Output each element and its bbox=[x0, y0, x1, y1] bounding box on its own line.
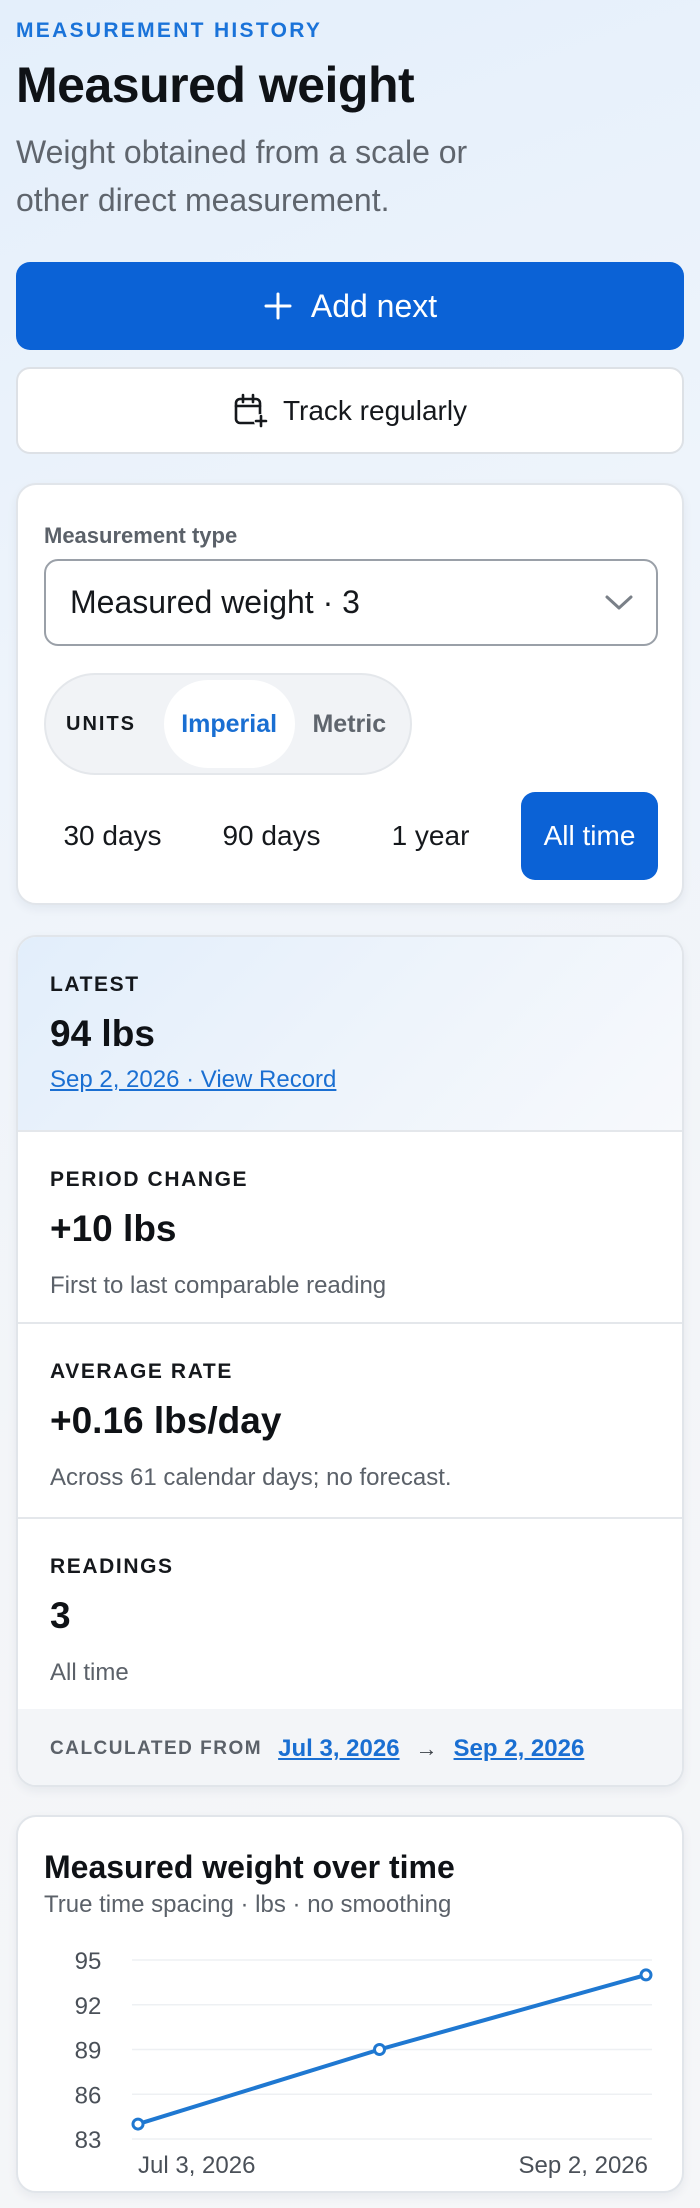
add-next-label: Add next bbox=[310, 287, 438, 324]
y-tick-label: 86 bbox=[75, 2082, 102, 2109]
x-tick-label: Sep 2, 2026 bbox=[519, 2152, 648, 2179]
measurement-type-value: Measured weight · 3 bbox=[70, 584, 360, 620]
view-record-link[interactable]: Sep 2, 2026 · View Record bbox=[50, 1066, 336, 1094]
y-tick-label: 89 bbox=[75, 2038, 102, 2065]
weight-line-chart: 95 92 89 86 83 Jul 3, 2026 Sep 2, 2026 bbox=[75, 1948, 653, 2179]
stat-readings-value: 3 bbox=[50, 1595, 71, 1636]
units-toggle: UNITS Imperial Metric bbox=[44, 673, 412, 775]
stat-latest-label: LATEST bbox=[50, 973, 140, 996]
stats-card: LATEST 94 lbs Sep 2, 2026 · View Record … bbox=[16, 935, 684, 1787]
stat-readings: READINGS 3 All time bbox=[18, 1519, 682, 1709]
y-tick-label: 92 bbox=[75, 1993, 102, 2020]
stat-latest-value: 94 lbs bbox=[50, 1013, 155, 1054]
chart-card: Measured weight over time True time spac… bbox=[16, 1815, 684, 2193]
stat-period-change-label: PERIOD CHANGE bbox=[50, 1168, 249, 1191]
track-regularly-button[interactable]: Track regularly bbox=[16, 367, 684, 454]
stat-period-change-sub: First to last comparable reading bbox=[50, 1272, 387, 1299]
range-30-days[interactable]: 30 days bbox=[44, 792, 181, 880]
chevron-down-icon bbox=[605, 595, 633, 609]
plus-icon bbox=[264, 292, 292, 320]
stat-average-rate-sub: Across 61 calendar days; no forecast. bbox=[50, 1464, 452, 1491]
stat-average-rate-label: AVERAGE RATE bbox=[50, 1360, 233, 1383]
track-regularly-label: Track regularly bbox=[282, 394, 468, 426]
x-tick-label: Jul 3, 2026 bbox=[138, 2152, 255, 2179]
stat-latest: LATEST 94 lbs Sep 2, 2026 · View Record bbox=[18, 937, 682, 1130]
add-next-button[interactable]: Add next bbox=[16, 262, 684, 350]
data-point bbox=[131, 2117, 145, 2131]
y-tick-label: 95 bbox=[75, 1948, 102, 1975]
arrow-right-icon: → bbox=[415, 1736, 438, 1761]
stat-readings-label: READINGS bbox=[50, 1555, 174, 1578]
stat-average-rate-value: +0.16 lbs/day bbox=[50, 1400, 282, 1441]
time-range-selector: 30 days 90 days 1 year All time bbox=[44, 792, 658, 880]
range-90-days[interactable]: 90 days bbox=[203, 792, 340, 880]
stat-period-change: PERIOD CHANGE +10 lbs First to last comp… bbox=[18, 1132, 682, 1322]
controls-card: Measurement type Measured weight · 3 UNI… bbox=[16, 483, 684, 905]
range-all-time[interactable]: All time bbox=[521, 792, 658, 880]
page-title: Measured weight bbox=[16, 57, 415, 113]
stat-period-change-value: +10 lbs bbox=[50, 1208, 177, 1249]
y-tick-label: 83 bbox=[75, 2127, 102, 2154]
stat-readings-sub: All time bbox=[50, 1659, 129, 1686]
page-subtitle: Weight obtained from a scale or other di… bbox=[16, 134, 468, 218]
range-1-year[interactable]: 1 year bbox=[362, 792, 499, 880]
stat-average-rate: AVERAGE RATE +0.16 lbs/day Across 61 cal… bbox=[18, 1324, 682, 1517]
page-eyebrow: MEASUREMENT HISTORY bbox=[16, 19, 323, 42]
measurement-type-select[interactable]: Measured weight · 3 bbox=[44, 559, 658, 646]
measurement-type-label: Measurement type bbox=[44, 523, 238, 548]
calculated-from-end-link[interactable]: Sep 2, 2026 bbox=[454, 1735, 585, 1763]
units-option-imperial[interactable]: Imperial bbox=[163, 680, 295, 768]
calculated-from-start-link[interactable]: Jul 3, 2026 bbox=[278, 1735, 399, 1763]
calculated-from-label: CALCULATED FROM bbox=[50, 1738, 263, 1759]
data-point bbox=[373, 2043, 387, 2056]
units-option-metric[interactable]: Metric bbox=[295, 710, 404, 739]
calculated-from-bar: CALCULATED FROM Jul 3, 2026 → Sep 2, 202… bbox=[18, 1709, 682, 1785]
data-point bbox=[639, 1968, 653, 1982]
calendar-add-icon bbox=[234, 393, 268, 428]
units-label: UNITS bbox=[66, 712, 136, 735]
